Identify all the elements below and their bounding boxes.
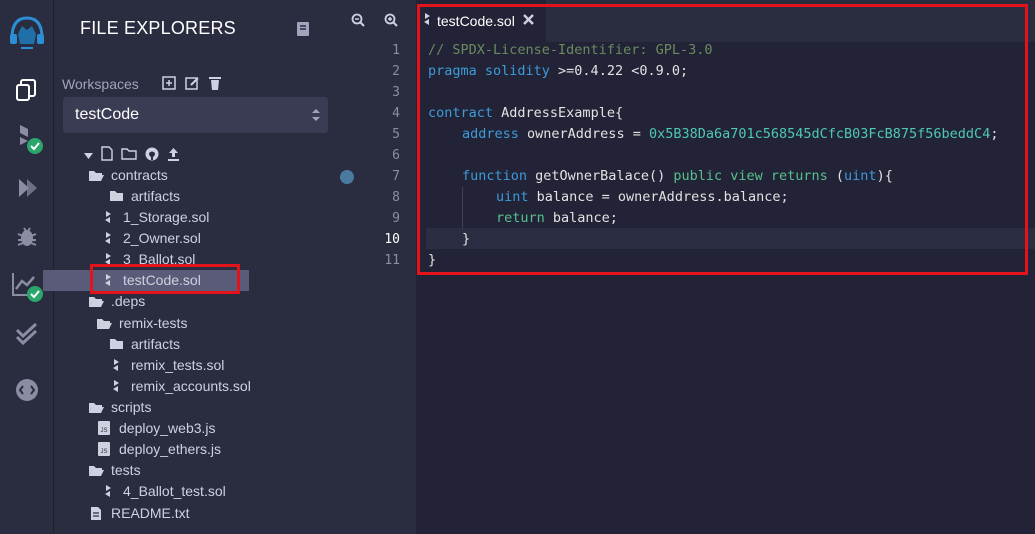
debugger-icon[interactable] (0, 216, 53, 256)
solidity-file-icon (100, 230, 116, 246)
tree-folder[interactable]: tests (88, 460, 141, 480)
svg-text:JS: JS (100, 449, 107, 455)
line-number: 4 (392, 106, 400, 121)
annotation-box-file (90, 264, 240, 294)
tree-item-label: tests (111, 462, 141, 478)
tree-item-label: deploy_ethers.js (119, 441, 221, 457)
solidity-file-icon (108, 378, 124, 394)
tree-folder[interactable]: remix-tests (96, 313, 187, 333)
deploy-run-icon[interactable] (0, 168, 53, 208)
plugin-manager-icon[interactable] (0, 370, 53, 410)
line-number: 5 (392, 127, 400, 142)
solidity-file-icon (100, 483, 116, 499)
delete-workspace-icon[interactable] (209, 76, 221, 95)
line-number: 9 (392, 211, 400, 226)
tree-folder[interactable]: contracts (88, 165, 168, 185)
folder-open-icon (96, 315, 112, 331)
line-number: 3 (392, 85, 400, 100)
line-number: 2 (392, 64, 400, 79)
svg-text:JS: JS (100, 428, 107, 434)
folder-icon (108, 188, 124, 204)
tree-file[interactable]: 2_Owner.sol (100, 228, 201, 248)
workspace-select[interactable]: testCode (63, 97, 328, 133)
js-file-icon: JS (96, 420, 112, 436)
remix-logo-icon[interactable] (0, 10, 53, 54)
tree-folder[interactable]: artifacts (108, 334, 180, 354)
tree-item-label: artifacts (131, 188, 181, 204)
js-file-icon: JS (96, 441, 112, 457)
text-file-icon (88, 505, 104, 521)
tree-folder[interactable]: scripts (88, 397, 151, 417)
tree-file[interactable]: remix_accounts.sol (108, 376, 251, 396)
tree-item-label: 1_Storage.sol (123, 209, 210, 225)
collapse-caret-icon[interactable] (84, 147, 93, 165)
folder-open-icon (88, 399, 104, 415)
create-workspace-icon[interactable] (162, 76, 176, 95)
github-icon[interactable] (145, 147, 159, 166)
solidity-file-icon (100, 209, 116, 225)
tree-item-label: .deps (111, 293, 146, 309)
workspace-select-value: testCode (75, 106, 140, 123)
breakpoint-marker[interactable] (340, 170, 354, 184)
folder-open-icon (88, 293, 104, 309)
upload-icon[interactable] (167, 147, 180, 166)
new-file-icon[interactable] (101, 146, 113, 166)
tree-item-label: remix_tests.sol (131, 357, 225, 373)
tree-item-label: remix_accounts.sol (131, 378, 251, 394)
tree-item-label: deploy_web3.js (119, 420, 216, 436)
rename-workspace-icon[interactable] (185, 76, 200, 95)
line-number: 8 (392, 190, 400, 205)
solidity-file-icon (108, 357, 124, 373)
tree-item-label: 2_Owner.sol (123, 230, 201, 246)
tree-folder[interactable]: .deps (88, 291, 145, 311)
tree-file[interactable]: 4_Ballot_test.sol (100, 481, 226, 501)
folder-open-icon (88, 167, 104, 183)
documentation-icon[interactable] (296, 21, 310, 42)
tree-item-label: remix-tests (119, 315, 188, 331)
tree-folder[interactable]: artifacts (108, 186, 180, 206)
select-caret-icon (312, 108, 320, 127)
folder-icon (108, 336, 124, 352)
tree-item-label: 4_Ballot_test.sol (123, 483, 226, 499)
tree-file[interactable]: 1_Storage.sol (100, 207, 209, 227)
zoom-in-icon[interactable] (384, 13, 398, 32)
tree-file[interactable]: JS deploy_web3.js (96, 418, 216, 438)
annotation-box-code (417, 4, 1028, 275)
explorer-toolbar (84, 146, 180, 166)
tree-item-label: contracts (111, 167, 168, 183)
folder-open-icon (88, 462, 104, 478)
zoom-out-icon[interactable] (351, 13, 365, 32)
solidity-compiler-icon[interactable] (0, 118, 53, 158)
unit-testing-icon[interactable] (0, 314, 53, 354)
line-number: 11 (384, 253, 400, 268)
workspaces-label: Workspaces (62, 76, 139, 92)
tree-file[interactable]: JS deploy_ethers.js (96, 439, 221, 459)
new-folder-icon[interactable] (121, 147, 137, 165)
tree-item-label: artifacts (131, 336, 181, 352)
line-number: 1 (392, 43, 400, 58)
line-number: 10 (384, 232, 400, 247)
tree-item-label: README.txt (111, 505, 190, 521)
tree-item-label: scripts (111, 399, 152, 415)
icon-panel (0, 0, 53, 534)
file-explorer-icon[interactable] (0, 70, 53, 110)
line-number: 6 (392, 148, 400, 163)
tree-file[interactable]: README.txt (88, 503, 190, 523)
panel-title: FILE EXPLORERS (80, 18, 236, 38)
tree-file[interactable]: remix_tests.sol (108, 355, 224, 375)
